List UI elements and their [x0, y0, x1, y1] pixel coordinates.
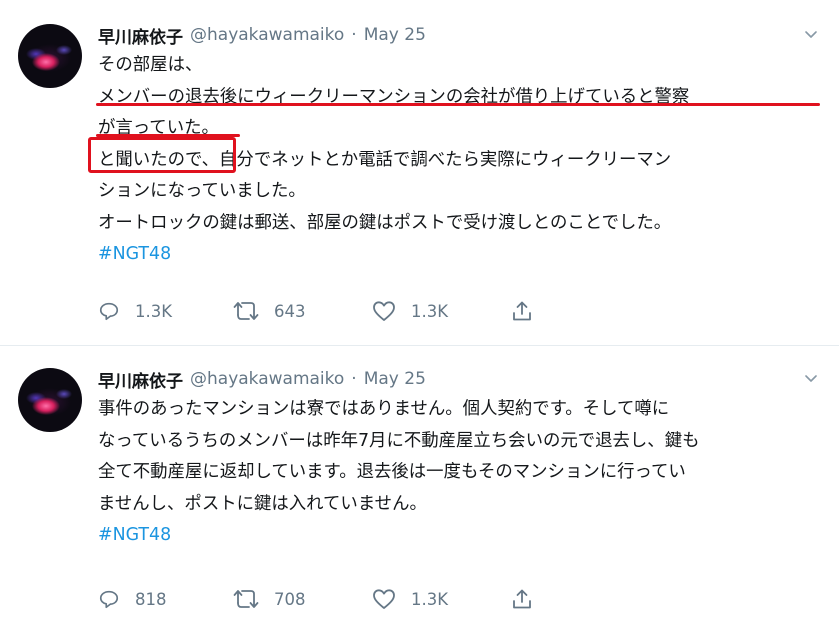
retweet-count: 643 [274, 301, 306, 321]
reply-icon [99, 590, 119, 609]
like-button[interactable]: 1.3K [372, 588, 448, 610]
retweet-icon [233, 590, 259, 608]
user-handle[interactable]: @hayakawamaiko [190, 369, 344, 389]
like-count: 1.3K [411, 301, 449, 321]
share-icon [513, 589, 531, 609]
tweet-date[interactable]: May 25 [364, 25, 426, 45]
chevron-down-icon[interactable] [803, 370, 819, 386]
tweet-text-line: オートロックの鍵は郵送、部屋の鍵はポストで受け渡しとのことでした。 [98, 212, 672, 233]
like-button[interactable]: 1.3K [372, 300, 448, 322]
tweet-text-line: その部屋は、 [98, 55, 203, 75]
tweet-text: 事件のあったマンションは寮ではありません。個人契約です。そして噂に なっているう… [98, 394, 822, 552]
tweet-text-line: なっているうちのメンバーは昨年7月に不動産屋立ち会いの元で退去し、鍵も [98, 430, 700, 451]
reply-button[interactable]: 1.3K [98, 300, 172, 322]
heart-icon [373, 301, 395, 321]
retweet-button[interactable]: 643 [233, 300, 306, 322]
tweet-text-line: ションになっていました。 [98, 181, 306, 201]
share-button[interactable] [511, 588, 533, 610]
tweet[interactable]: 早川麻依子 @hayakawamaiko · May 25 その部屋は、 メンバ… [0, 0, 839, 346]
display-name[interactable]: 早川麻依子 [98, 367, 183, 392]
avatar[interactable] [18, 24, 82, 88]
tweet-text-line: メンバーの退去後にウィークリーマンションの会社が借り上げていると警察 [98, 86, 690, 107]
separator-dot: · [351, 25, 357, 45]
hashtag-link[interactable]: #NGT48 [98, 239, 822, 271]
reply-count: 1.3K [135, 301, 173, 321]
reply-button[interactable]: 818 [98, 588, 167, 610]
tweet[interactable]: 早川麻依子 @hayakawamaiko · May 25 事件のあったマンショ… [0, 346, 839, 633]
chevron-down-icon[interactable] [803, 26, 819, 42]
tweet-header: 早川麻依子 @hayakawamaiko · May 25 [98, 22, 426, 48]
red-box-annotation [88, 137, 236, 173]
red-underline-annotation [96, 103, 820, 106]
display-name[interactable]: 早川麻依子 [98, 23, 183, 48]
hashtag-link[interactable]: #NGT48 [98, 520, 822, 552]
tweet-text-line: 事件のあったマンションは寮ではありません。個人契約です。そして噂に [98, 399, 670, 419]
heart-icon [373, 589, 395, 609]
retweet-icon [233, 302, 259, 320]
separator-dot: · [351, 369, 357, 389]
tweet-header: 早川麻依子 @hayakawamaiko · May 25 [98, 366, 426, 392]
tweet-text-line: ませんし、ポストに鍵は入れていません。 [98, 493, 427, 514]
reply-icon [99, 302, 119, 321]
tweet-date[interactable]: May 25 [364, 369, 426, 389]
tweet-text-line: 全て不動産屋に返却しています。退去後は一度もそのマンションに行ってい [98, 462, 686, 482]
retweet-count: 708 [274, 589, 306, 609]
avatar[interactable] [18, 368, 82, 432]
like-count: 1.3K [411, 589, 449, 609]
user-handle[interactable]: @hayakawamaiko [190, 25, 344, 45]
share-icon [513, 301, 531, 321]
share-button[interactable] [511, 300, 533, 322]
retweet-button[interactable]: 708 [233, 588, 306, 610]
reply-count: 818 [135, 589, 167, 609]
